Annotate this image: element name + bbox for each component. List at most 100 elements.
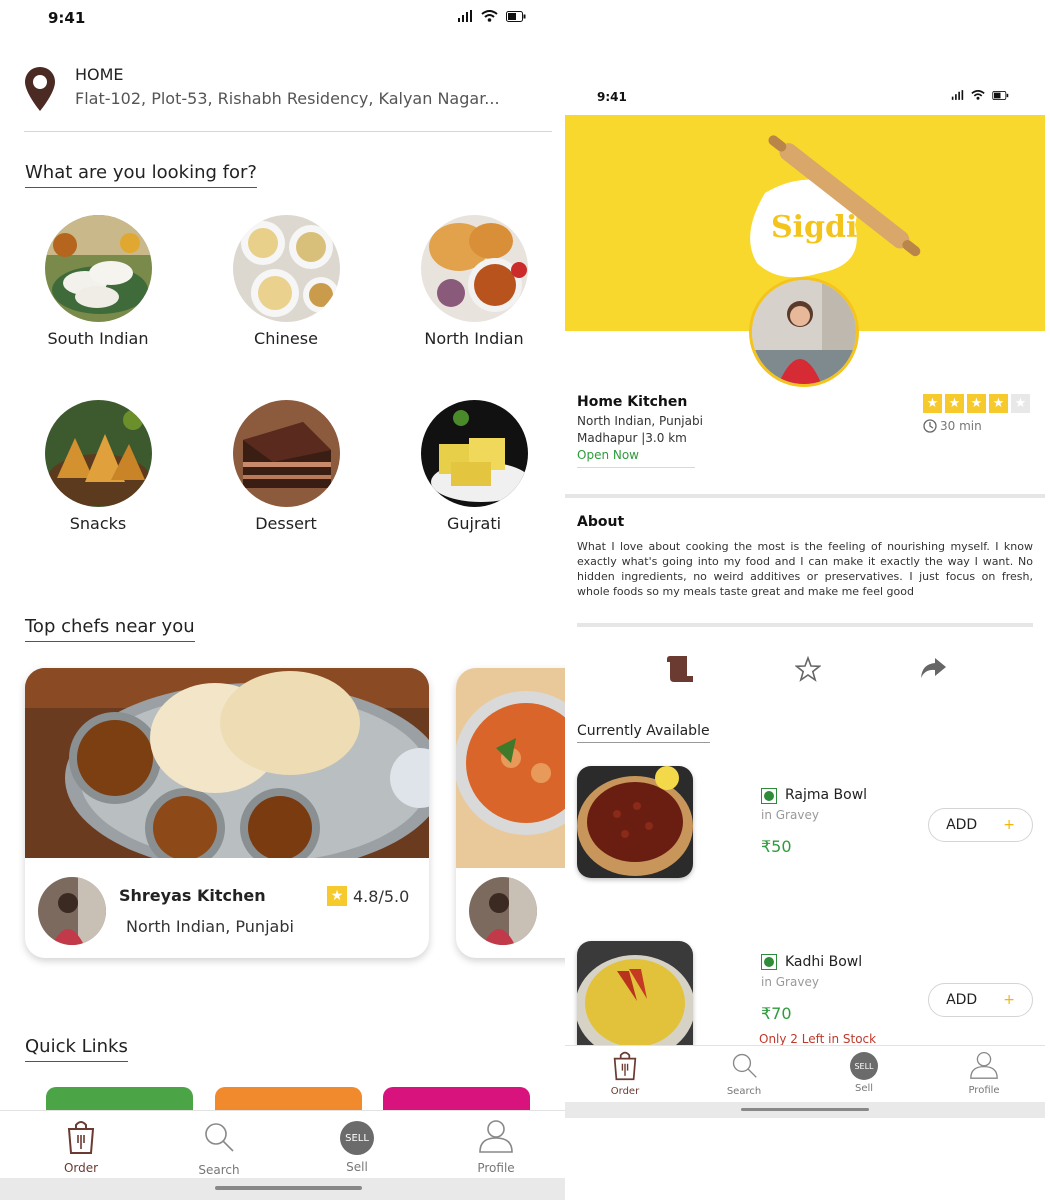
add-button-label: ADD bbox=[946, 817, 978, 833]
plus-icon: + bbox=[1003, 817, 1015, 833]
available-title: Currently Available bbox=[577, 723, 710, 743]
category-snacks[interactable]: Snacks bbox=[18, 400, 178, 533]
shopping-bag-icon bbox=[613, 1051, 637, 1081]
location-pin-icon bbox=[25, 67, 55, 111]
star-outline-icon bbox=[794, 655, 822, 682]
star-filled-icon: ★ bbox=[967, 394, 986, 413]
cellular-signal-icon bbox=[951, 90, 964, 100]
kitchen-detail-screen: 9:41 Sigdi Home Kitchen North Indian, Pu… bbox=[565, 86, 1045, 1118]
search-icon bbox=[732, 1053, 757, 1078]
nav-label: Order bbox=[610, 1086, 640, 1097]
nav-profile[interactable]: Profile bbox=[451, 1119, 541, 1175]
stock-warning: Only 2 Left in Stock bbox=[759, 1032, 877, 1046]
menu-action[interactable] bbox=[665, 656, 695, 686]
chef-food-photo bbox=[456, 668, 565, 868]
favorite-action[interactable] bbox=[794, 655, 822, 686]
rating-star-icon: ★ bbox=[327, 886, 347, 906]
share-action[interactable] bbox=[919, 656, 947, 684]
share-arrow-icon bbox=[921, 658, 946, 678]
kitchen-name: Home Kitchen bbox=[577, 394, 688, 410]
chef-food-photo bbox=[25, 668, 429, 873]
category-gujrati[interactable]: Gujrati bbox=[394, 400, 554, 533]
category-label: Dessert bbox=[255, 514, 317, 533]
shopping-bag-icon bbox=[67, 1121, 95, 1154]
star-empty-icon: ★ bbox=[1011, 394, 1030, 413]
profile-icon bbox=[479, 1120, 513, 1153]
nav-search[interactable]: Search bbox=[174, 1121, 264, 1177]
dish-price: ₹50 bbox=[761, 837, 792, 856]
profile-icon bbox=[970, 1051, 998, 1079]
veg-indicator-icon bbox=[761, 954, 777, 970]
address-label: HOME bbox=[75, 65, 124, 84]
nav-sell[interactable]: SELL Sell bbox=[819, 1052, 909, 1094]
section-divider bbox=[565, 494, 1045, 498]
chef-card-partial[interactable] bbox=[456, 668, 565, 958]
about-title: About bbox=[577, 514, 625, 530]
add-to-cart-button[interactable]: ADD + bbox=[928, 808, 1033, 842]
dish-subtitle: in Gravey bbox=[761, 808, 819, 822]
dish-name: Rajma Bowl bbox=[785, 787, 868, 803]
nav-search[interactable]: Search bbox=[699, 1052, 789, 1097]
chef-name: Shreyas Kitchen bbox=[119, 886, 266, 905]
south-indian-image bbox=[44, 215, 152, 322]
nav-profile[interactable]: Profile bbox=[939, 1051, 1029, 1096]
category-chinese[interactable]: Chinese bbox=[206, 215, 366, 348]
north-indian-image bbox=[420, 215, 528, 322]
status-time: 9:41 bbox=[597, 90, 627, 104]
nav-label: Search bbox=[726, 1086, 762, 1097]
nav-label: Sell bbox=[854, 1083, 874, 1094]
nav-label: Profile bbox=[477, 1161, 515, 1175]
looking-for-title: What are you looking for? bbox=[25, 162, 257, 188]
delivery-address[interactable]: HOME Flat-102, Plot-53, Rishabh Residenc… bbox=[24, 62, 552, 132]
category-dessert[interactable]: Dessert bbox=[206, 400, 366, 533]
category-north-indian[interactable]: North Indian bbox=[394, 215, 554, 348]
category-label: South Indian bbox=[47, 329, 149, 348]
rating-value: 4.8/5.0 bbox=[353, 886, 410, 906]
category-south-indian[interactable]: South Indian bbox=[18, 215, 178, 348]
nav-order[interactable]: Order bbox=[36, 1119, 126, 1175]
search-icon bbox=[205, 1123, 234, 1152]
about-text: What I love about cooking the most is th… bbox=[577, 540, 1033, 598]
dish-image-kadhi bbox=[577, 941, 693, 1045]
battery-icon bbox=[506, 10, 526, 22]
category-label: North Indian bbox=[424, 329, 524, 348]
status-time: 9:41 bbox=[48, 9, 86, 27]
clock-icon bbox=[923, 419, 937, 433]
delivery-eta: 30 min bbox=[923, 419, 982, 433]
add-button-label: ADD bbox=[946, 992, 978, 1008]
status-icons bbox=[457, 10, 526, 22]
category-label: Gujrati bbox=[446, 514, 502, 533]
home-indicator[interactable] bbox=[215, 1186, 362, 1190]
cellular-signal-icon bbox=[458, 10, 472, 22]
nav-sell[interactable]: SELL Sell bbox=[312, 1121, 402, 1174]
wifi-icon bbox=[481, 10, 498, 22]
kitchen-cuisine: North Indian, Punjabi bbox=[577, 414, 703, 428]
status-icons bbox=[951, 90, 1009, 100]
kitchen-rating-stars: ★ ★ ★ ★ ★ bbox=[923, 394, 1030, 413]
home-indicator-area bbox=[565, 1102, 1045, 1118]
dessert-image bbox=[232, 400, 340, 507]
menu-scroll-icon bbox=[667, 656, 693, 682]
chef-rating: ★ 4.8/5.0 bbox=[327, 886, 409, 906]
eta-value: 30 min bbox=[940, 419, 982, 433]
chef-cuisine: North Indian, Punjabi bbox=[126, 917, 294, 936]
quick-links-title: Quick Links bbox=[25, 1036, 128, 1062]
brand-name: Sigdi bbox=[771, 210, 857, 245]
nav-order[interactable]: Order bbox=[580, 1050, 670, 1097]
nav-label: Profile bbox=[968, 1085, 1000, 1096]
kitchen-location: Madhapur |3.0 km bbox=[577, 431, 687, 445]
category-label: Snacks bbox=[69, 514, 127, 533]
bottom-nav: Order Search SELL Sell Profile bbox=[565, 1045, 1045, 1102]
home-indicator[interactable] bbox=[741, 1108, 869, 1111]
dish-image-rajma bbox=[577, 766, 693, 878]
snacks-image bbox=[44, 400, 152, 507]
add-to-cart-button[interactable]: ADD + bbox=[928, 983, 1033, 1017]
home-screen: 9:41 HOME Flat-102, Plot-53, Rishabh Res… bbox=[0, 0, 565, 1202]
chef-avatar bbox=[38, 877, 106, 945]
star-filled-icon: ★ bbox=[945, 394, 964, 413]
section-divider bbox=[577, 623, 1033, 627]
gujrati-image bbox=[420, 400, 528, 507]
nav-label: Search bbox=[198, 1163, 240, 1177]
category-label: Chinese bbox=[254, 329, 318, 348]
chef-card[interactable]: Shreyas Kitchen North Indian, Punjabi ★ … bbox=[25, 668, 429, 958]
